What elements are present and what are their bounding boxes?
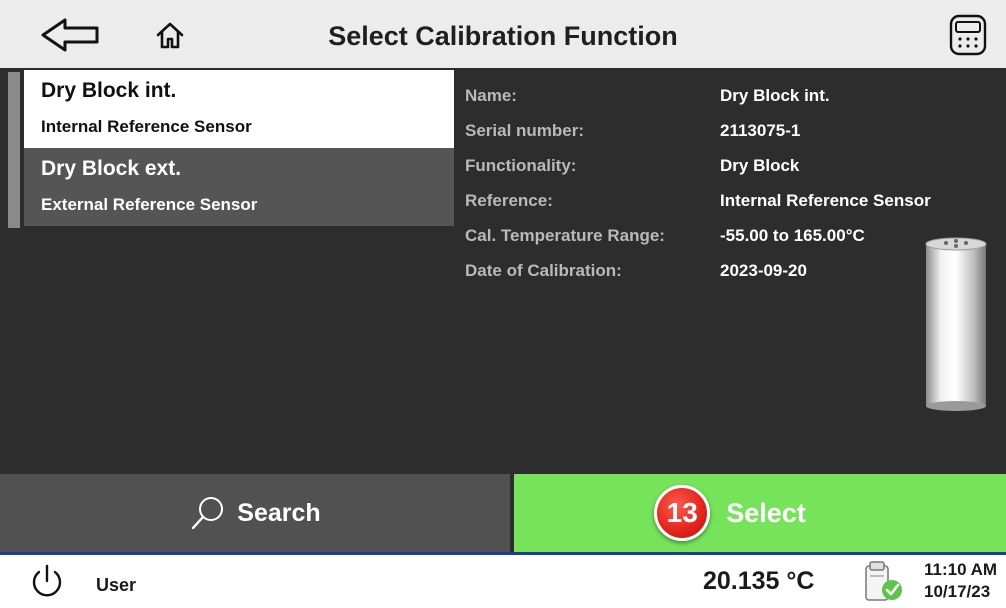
app-window: Select Calibration Function Dry Block in… xyxy=(0,0,1006,608)
home-button[interactable] xyxy=(140,10,200,60)
detail-row-name: Name: Dry Block int. xyxy=(465,86,965,121)
back-button[interactable] xyxy=(36,10,106,60)
page-title: Select Calibration Function xyxy=(328,21,678,51)
list-scrollbar-thumb[interactable] xyxy=(8,72,20,228)
time-text: 11:10 AM xyxy=(924,560,998,579)
step-badge: 13 xyxy=(654,485,711,541)
list-item-subtitle: Internal Reference Sensor xyxy=(41,117,252,136)
date-text: 10/17/23 xyxy=(924,582,991,601)
detail-row-calibration-date: Date of Calibration: 2023-09-20 xyxy=(465,261,965,296)
header-bar: Select Calibration Function xyxy=(0,0,1006,68)
detail-label: Cal. Temperature Range: xyxy=(465,226,665,245)
list-item-dry-block-ext[interactable]: Dry Block ext. External Reference Sensor xyxy=(24,148,454,226)
search-icon xyxy=(192,497,224,530)
search-button[interactable]: Search xyxy=(0,474,510,552)
calculator-icon xyxy=(949,14,987,56)
detail-label: Name: xyxy=(465,86,517,105)
select-button[interactable]: 13 Select xyxy=(514,474,1006,552)
power-icon xyxy=(32,564,62,597)
datetime-display: 11:10 AM 10/17/23 xyxy=(924,559,1006,603)
detail-row-serial: Serial number: 2113075-1 xyxy=(465,121,965,156)
detail-row-reference: Reference: Internal Reference Sensor xyxy=(465,191,965,226)
detail-value: Internal Reference Sensor xyxy=(720,191,931,210)
user-label: User xyxy=(96,575,137,595)
detail-row-functionality: Functionality: Dry Block xyxy=(465,156,965,191)
details-panel: Name: Dry Block int. Serial number: 2113… xyxy=(465,86,965,296)
detail-label: Reference: xyxy=(465,191,553,210)
detail-label: Date of Calibration: xyxy=(465,261,622,280)
device-ok-icon xyxy=(865,561,902,601)
list-item-subtitle: External Reference Sensor xyxy=(41,195,258,214)
detail-row-temperature-range: Cal. Temperature Range: -55.00 to 165.00… xyxy=(465,226,965,261)
dry-block-cylinder-image xyxy=(925,237,987,411)
detail-value: 2023-09-20 xyxy=(720,261,807,280)
select-button-label: Select xyxy=(726,497,806,528)
power-button[interactable] xyxy=(28,563,66,601)
detail-label: Functionality: xyxy=(465,156,577,175)
status-bar: User 20.135 °C 11:10 AM 10/17/23 xyxy=(0,555,1006,608)
list-scrollbar[interactable] xyxy=(8,72,20,228)
calibration-function-list: Dry Block int. Internal Reference Sensor… xyxy=(24,70,454,226)
search-button-label: Search xyxy=(237,498,321,527)
detail-value: Dry Block xyxy=(720,156,800,175)
detail-label: Serial number: xyxy=(465,121,585,140)
list-item-title: Dry Block ext. xyxy=(41,157,182,180)
list-item-title: Dry Block int. xyxy=(41,79,177,102)
detail-value: -55.00 to 165.00°C xyxy=(720,226,865,245)
detail-value: 2113075-1 xyxy=(720,121,801,140)
back-arrow-icon xyxy=(41,18,99,52)
detail-value: Dry Block int. xyxy=(720,86,830,105)
home-icon xyxy=(156,22,184,49)
calculator-button[interactable] xyxy=(938,10,998,60)
list-item-dry-block-int[interactable]: Dry Block int. Internal Reference Sensor xyxy=(24,70,454,148)
temperature-readout: 20.135 °C xyxy=(703,567,815,595)
